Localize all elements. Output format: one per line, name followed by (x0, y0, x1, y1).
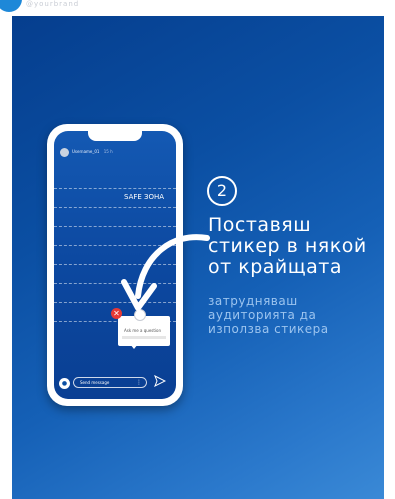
subtext-line: използва стикера (208, 322, 329, 336)
step-heading: Поставяш стикер в някой от крайщата (208, 215, 378, 278)
safe-line (54, 188, 176, 189)
heading-line: Поставяш (208, 214, 312, 236)
user-avatar (60, 148, 69, 157)
more-icon[interactable]: ⋮ (136, 379, 142, 386)
sticker-tail (130, 344, 138, 349)
step-number: 2 (207, 176, 237, 206)
camera-icon[interactable]: ● (59, 378, 70, 389)
top-title: @yourbrand (26, 0, 80, 8)
send-message-input[interactable]: Send message ⋮ (73, 377, 147, 388)
subtext-line: затрудняваш (208, 294, 298, 308)
top-bar: @yourbrand (0, 0, 395, 14)
heading-line: от крайщата (208, 256, 343, 278)
phone-notch (88, 131, 142, 141)
heading-line: стикер в някой (208, 235, 367, 257)
arrow-icon (121, 234, 210, 311)
story-username: Username_01 15 h (72, 149, 113, 154)
send-icon[interactable] (154, 374, 167, 388)
brand-logo (0, 0, 22, 12)
message-placeholder: Send message (80, 380, 110, 385)
sticker-input-line[interactable] (122, 336, 166, 339)
safe-zone-label: SAFE ЗОНА (122, 193, 167, 201)
safe-line (54, 207, 176, 208)
sticker-prompt: Ask me a question (124, 328, 162, 333)
story-time: 15 h (103, 149, 113, 154)
step-subtext: затрудняваш аудиторията да използва стик… (208, 294, 378, 336)
username-text: Username_01 (72, 149, 100, 154)
story-panel: Username_01 15 h SAFE ЗОНА Ask me a ques… (12, 16, 384, 499)
subtext-line: аудиторията да (208, 308, 317, 322)
